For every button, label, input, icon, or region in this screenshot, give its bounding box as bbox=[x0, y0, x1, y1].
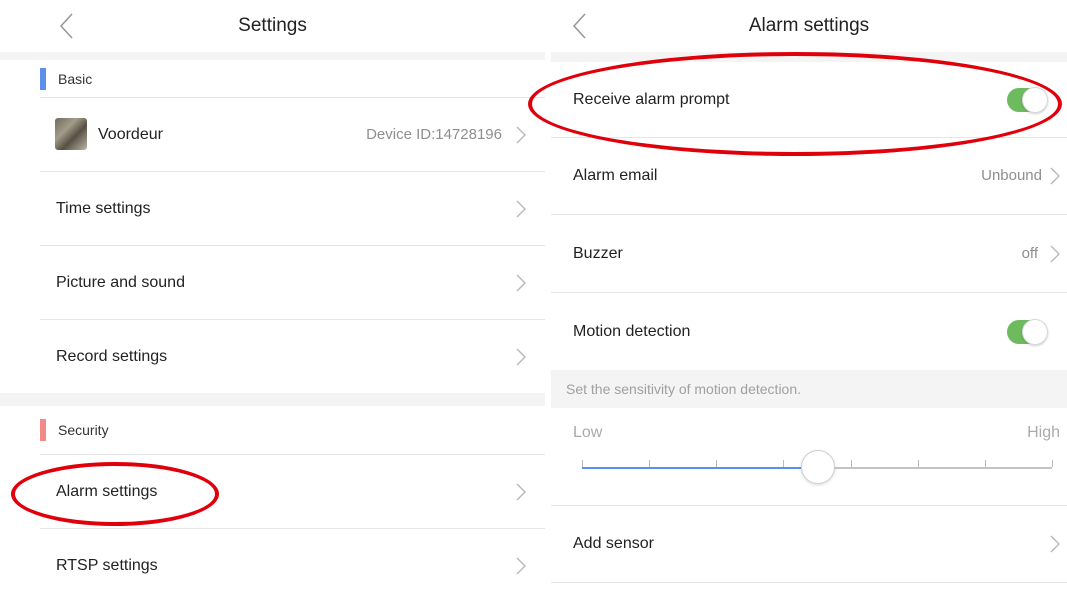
section-accent-basic bbox=[40, 68, 46, 90]
slider-track-rest bbox=[817, 467, 1052, 469]
slider-thumb[interactable] bbox=[801, 450, 835, 484]
row-label: Buzzer bbox=[573, 245, 623, 262]
chevron-right-icon bbox=[1050, 167, 1060, 185]
alarm-settings-screen: Alarm settings Receive alarm prompt Alar… bbox=[551, 0, 1067, 594]
motion-detection-toggle[interactable] bbox=[1007, 319, 1048, 345]
buzzer-value: off bbox=[1021, 245, 1038, 262]
alarm-email-value: Unbound bbox=[981, 167, 1042, 184]
slider-tick bbox=[850, 460, 852, 467]
chevron-right-icon bbox=[516, 126, 526, 143]
row-label: Record settings bbox=[56, 348, 168, 365]
row-alarm-settings[interactable]: Alarm settings bbox=[0, 455, 545, 528]
chevron-right-icon bbox=[1050, 535, 1060, 553]
chevron-right-icon bbox=[516, 557, 526, 574]
row-label: Receive alarm prompt bbox=[573, 91, 730, 108]
slider-high-label: High bbox=[1027, 424, 1060, 441]
row-label: Picture and sound bbox=[56, 274, 185, 291]
row-label: Alarm settings bbox=[56, 483, 158, 500]
chevron-right-icon bbox=[1050, 245, 1060, 262]
page-title: Settings bbox=[238, 15, 307, 36]
device-thumbnail bbox=[55, 118, 87, 150]
row-motion-detection: Motion detection bbox=[551, 293, 1067, 370]
slider-tick bbox=[716, 460, 718, 467]
page-title: Alarm settings bbox=[748, 15, 870, 36]
chevron-right-icon bbox=[516, 483, 526, 500]
row-rtsp-settings[interactable]: RTSP settings bbox=[0, 529, 545, 594]
sensitivity-note-text: Set the sensitivity of motion detection. bbox=[566, 381, 802, 397]
row-add-sensor[interactable]: Add sensor bbox=[551, 506, 1067, 582]
header-divider-band bbox=[0, 52, 545, 60]
toggle-knob bbox=[1022, 87, 1048, 113]
chevron-right-icon bbox=[516, 348, 526, 365]
row-buzzer[interactable]: Buzzer off bbox=[551, 215, 1067, 292]
row-picture-and-sound[interactable]: Picture and sound bbox=[0, 246, 545, 319]
settings-screen: Settings Basic Voordeur Device ID:147281… bbox=[0, 0, 545, 594]
sensitivity-note: Set the sensitivity of motion detection. bbox=[551, 370, 1067, 408]
slider-low-label: Low bbox=[573, 424, 603, 441]
slider-tick bbox=[984, 460, 986, 467]
row-label: Motion detection bbox=[573, 323, 691, 340]
row-label: Time settings bbox=[56, 200, 151, 217]
row-time-settings[interactable]: Time settings bbox=[0, 172, 545, 245]
alarm-settings-header: Alarm settings bbox=[551, 0, 1067, 52]
section-accent-security bbox=[40, 419, 46, 441]
header-divider-band bbox=[551, 52, 1067, 62]
section-label-security: Security bbox=[58, 422, 109, 438]
device-name: Voordeur bbox=[98, 126, 163, 143]
slider-tick bbox=[582, 460, 583, 467]
row-label: Alarm email bbox=[573, 167, 658, 184]
chevron-right-icon bbox=[516, 200, 526, 217]
receive-alarm-prompt-toggle[interactable] bbox=[1007, 87, 1048, 113]
row-receive-alarm-prompt: Receive alarm prompt bbox=[551, 62, 1067, 137]
device-id: Device ID:14728196 bbox=[366, 126, 502, 143]
section-header-basic: Basic bbox=[0, 60, 545, 98]
slider-track-active bbox=[582, 467, 817, 469]
section-label-basic: Basic bbox=[58, 71, 93, 87]
divider bbox=[551, 582, 1067, 583]
row-record-settings[interactable]: Record settings bbox=[0, 320, 545, 393]
section-gap bbox=[0, 393, 545, 406]
chevron-right-icon bbox=[516, 274, 526, 291]
slider-tick bbox=[1052, 460, 1053, 467]
section-header-security: Security bbox=[0, 406, 545, 454]
settings-header: Settings bbox=[0, 0, 545, 52]
slider-tick bbox=[917, 460, 919, 467]
row-label: Add sensor bbox=[573, 535, 654, 552]
slider-tick bbox=[783, 460, 785, 467]
slider-tick bbox=[649, 460, 651, 467]
row-label: RTSP settings bbox=[56, 557, 158, 574]
row-alarm-email[interactable]: Alarm email Unbound bbox=[551, 138, 1067, 214]
toggle-knob bbox=[1022, 319, 1048, 345]
